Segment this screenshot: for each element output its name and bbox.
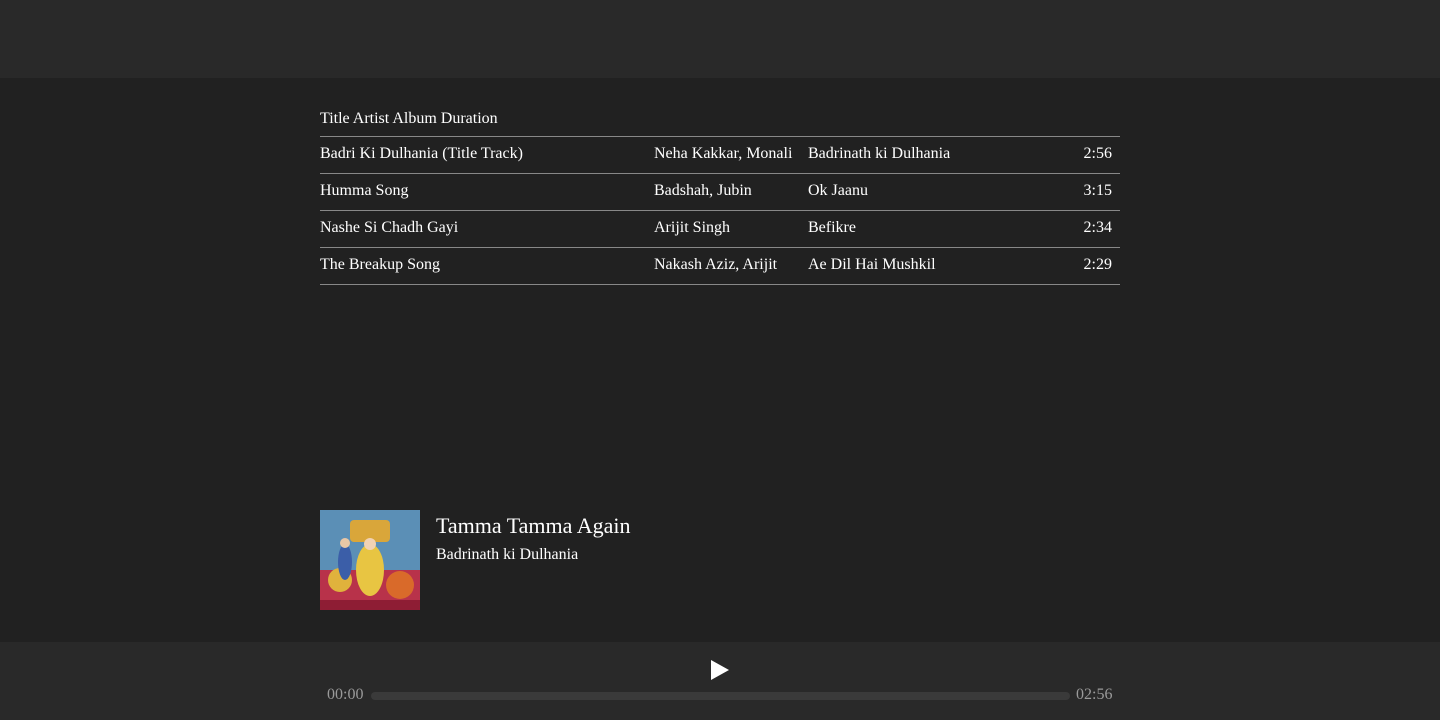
track-artist: Neha Kakkar, Monali: [654, 145, 793, 162]
track-title: The Breakup Song: [320, 256, 440, 273]
track-row[interactable]: Nashe Si Chadh Gayi Arijit Singh Befikre…: [320, 211, 1120, 248]
now-playing-title: Tamma Tamma Again: [436, 513, 631, 538]
player-bar: 00:00 02:56: [0, 642, 1440, 720]
header-duration: Duration: [440, 110, 498, 127]
track-duration: 3:15: [1083, 182, 1112, 199]
track-artist: Arijit Singh: [654, 219, 731, 236]
header-artist: Artist: [352, 110, 393, 127]
track-album: Ok Jaanu: [808, 182, 868, 199]
track-duration: 2:29: [1083, 256, 1112, 273]
track-album: Befikre: [808, 219, 856, 236]
track-duration: 2:56: [1083, 145, 1112, 162]
track-duration: 2:34: [1083, 219, 1112, 236]
now-playing-album: Badrinath ki Dulhania: [436, 546, 579, 563]
track-album: Badrinath ki Dulhania: [808, 145, 951, 162]
total-time: 02:56: [1076, 686, 1113, 703]
track-artist: Badshah, Jubin: [654, 182, 752, 199]
play-button[interactable]: [708, 658, 732, 682]
album-cover-art: [320, 510, 420, 610]
play-icon: [711, 660, 729, 680]
track-row[interactable]: Badri Ki Dulhania (Title Track) Neha Kak…: [320, 137, 1120, 174]
track-title: Nashe Si Chadh Gayi: [320, 219, 459, 236]
top-bar: [0, 0, 1440, 78]
track-title: Badri Ki Dulhania (Title Track): [320, 145, 523, 162]
track-album: Ae Dil Hai Mushkil: [808, 256, 936, 273]
album-cover: [320, 510, 420, 610]
track-title: Humma Song: [320, 182, 409, 199]
track-table-header: Title Artist Album Duration: [320, 109, 1120, 137]
header-album: Album: [392, 110, 441, 127]
current-time: 00:00: [327, 686, 364, 703]
progress-bar[interactable]: [371, 692, 1070, 700]
now-playing: Tamma Tamma Again Badrinath ki Dulhania: [320, 510, 1120, 610]
header-title: Title: [320, 110, 353, 127]
track-list: Badri Ki Dulhania (Title Track) Neha Kak…: [320, 137, 1120, 285]
track-row[interactable]: Humma Song Badshah, Jubin Ok Jaanu 3:15: [320, 174, 1120, 211]
track-row[interactable]: The Breakup Song Nakash Aziz, Arijit Ae …: [320, 248, 1120, 285]
track-artist: Nakash Aziz, Arijit: [654, 256, 778, 273]
